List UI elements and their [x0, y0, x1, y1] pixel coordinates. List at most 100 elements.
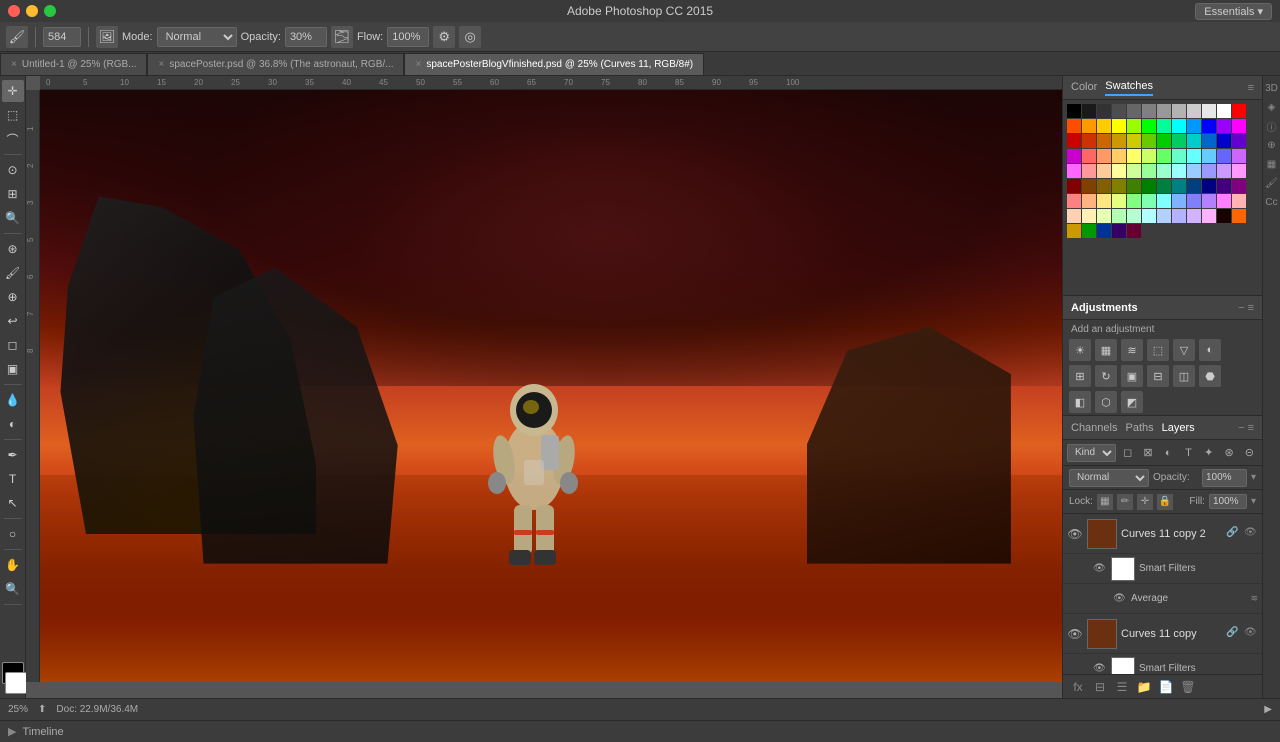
swatch-#ff80ff[interactable]	[1217, 194, 1231, 208]
swatch-#cc3300[interactable]	[1082, 134, 1096, 148]
swatch-#333333[interactable]	[1097, 104, 1111, 118]
levels-icon[interactable]: ▦	[1095, 339, 1117, 361]
3d-icon[interactable]: 3D	[1264, 80, 1280, 96]
flow-input[interactable]	[387, 27, 429, 47]
swatch-#66ccff[interactable]	[1202, 149, 1216, 163]
swatch-#b3ffb3[interactable]	[1112, 209, 1126, 223]
swatch-#ffd1b3[interactable]	[1067, 209, 1081, 223]
swatch-#99ffff[interactable]	[1172, 164, 1186, 178]
maximize-button[interactable]	[44, 5, 56, 17]
move-tool[interactable]: ✛	[2, 80, 24, 102]
swatch-#ff99ff[interactable]	[1232, 164, 1246, 178]
swatch-#ffff99[interactable]	[1112, 164, 1126, 178]
swatch-#00cc00[interactable]	[1157, 134, 1171, 148]
swatch-#ff9900[interactable]	[1082, 119, 1096, 133]
kind-select[interactable]: Kind	[1067, 444, 1116, 462]
layer-link-icon-2[interactable]: 🔗	[1226, 627, 1240, 641]
filter-smart-icon[interactable]: ⊛	[1220, 444, 1237, 462]
swatch-#e6ffb3[interactable]	[1097, 209, 1111, 223]
export-icon[interactable]: ⬆	[38, 704, 46, 715]
tab-paths[interactable]: Paths	[1125, 422, 1153, 434]
swatch-#4d4d4d[interactable]	[1112, 104, 1126, 118]
tab-color[interactable]: Color	[1071, 81, 1097, 95]
swatch-#330066[interactable]	[1112, 224, 1126, 238]
swatch-#99ffcc[interactable]	[1157, 164, 1171, 178]
char-icon[interactable]: Cc	[1264, 194, 1280, 210]
sub-eye-avg-1[interactable]: 👁	[1113, 593, 1127, 604]
swatch-#66ffff[interactable]	[1187, 149, 1201, 163]
swatch-#ffb380[interactable]	[1082, 194, 1096, 208]
swatch-#806000[interactable]	[1097, 179, 1111, 193]
brightness-icon[interactable]: ☀	[1069, 339, 1091, 361]
pen-tool[interactable]: ✒	[2, 444, 24, 466]
swatch-#b3d1ff[interactable]	[1157, 209, 1171, 223]
swatch-#ffffff[interactable]	[1217, 104, 1231, 118]
blur-tool[interactable]: 💧	[2, 389, 24, 411]
swatch-#cc99ff[interactable]	[1217, 164, 1231, 178]
adj-minimize-icon[interactable]: −	[1238, 302, 1244, 314]
canvas-area[interactable]: 0 5 10 15 20 25 30 35 40 45 50 55 60 65 …	[26, 76, 1062, 698]
lock-brush-icon[interactable]: ✏	[1117, 494, 1133, 510]
crop-tool[interactable]: ⊞	[2, 183, 24, 205]
tab-space-poster-blog[interactable]: × spacePosterBlogVfinished.psd @ 25% (Cu…	[404, 53, 704, 75]
invert-icon[interactable]: ◫	[1173, 365, 1195, 387]
gradient-tool[interactable]: ▣	[2, 358, 24, 380]
lock-move-icon[interactable]: ✛	[1137, 494, 1153, 510]
opacity-arrow[interactable]: ▾	[1251, 472, 1256, 483]
lock-all-icon[interactable]: 🔒	[1157, 494, 1173, 510]
swatch-#000000[interactable]	[1067, 104, 1081, 118]
lock-checkered-icon[interactable]: ▦	[1097, 494, 1113, 510]
swatch-#804000[interactable]	[1082, 179, 1096, 193]
swatch-#b3ffd1[interactable]	[1127, 209, 1141, 223]
swatch-#800000[interactable]	[1067, 179, 1081, 193]
posterize-icon[interactable]: ⬣	[1199, 365, 1221, 387]
swatch-#ff9999[interactable]	[1082, 164, 1096, 178]
layer-item-curves-copy-2[interactable]: 👁 Curves 11 copy 2 🔗 👁	[1063, 514, 1262, 554]
swatch-#0066cc[interactable]	[1202, 134, 1216, 148]
tab-swatches[interactable]: Swatches	[1105, 80, 1153, 96]
swatch-#660033[interactable]	[1127, 224, 1141, 238]
mode-select[interactable]: Normal	[157, 27, 237, 47]
smoothing-icon[interactable]: ⚙	[433, 26, 455, 48]
filter-toggle-icon[interactable]: ⊝	[1241, 444, 1258, 462]
swatch-#ffb3b3[interactable]	[1232, 194, 1246, 208]
swatch-#9900ff[interactable]	[1217, 119, 1231, 133]
tab-space-poster[interactable]: × spacePoster.psd @ 36.8% (The astronaut…	[147, 53, 404, 75]
info-icon[interactable]: ⓘ	[1264, 118, 1280, 134]
swatch-#66ff66[interactable]	[1157, 149, 1171, 163]
swatch-#99ccff[interactable]	[1187, 164, 1201, 178]
swatch-#6666ff[interactable]	[1217, 149, 1231, 163]
swatch-#009900[interactable]	[1082, 224, 1096, 238]
cb-icon[interactable]: ⊞	[1069, 365, 1091, 387]
swatch-#003399[interactable]	[1097, 224, 1111, 238]
tab-close-icon[interactable]: ×	[11, 59, 17, 70]
swatch-#ff8080[interactable]	[1067, 194, 1081, 208]
eraser-tool[interactable]: ◻	[2, 334, 24, 356]
selective-color-icon[interactable]: ◩	[1121, 391, 1143, 413]
play-button[interactable]: ▶	[1264, 704, 1272, 715]
swatch-#0099ff[interactable]	[1187, 119, 1201, 133]
layer-link-icon[interactable]: 🔗	[1226, 527, 1240, 541]
swatch-#00ff00[interactable]	[1142, 119, 1156, 133]
nav-icon[interactable]: ⊕	[1264, 137, 1280, 153]
layer-item-curves-copy[interactable]: 👁 Curves 11 copy 🔗 👁	[1063, 614, 1262, 654]
swatch-#00ffff[interactable]	[1172, 119, 1186, 133]
swatch-#400080[interactable]	[1217, 179, 1231, 193]
clone-tool[interactable]: ⊕	[2, 286, 24, 308]
swatch-#008080[interactable]	[1172, 179, 1186, 193]
swatch-#66cc00[interactable]	[1142, 134, 1156, 148]
swatch-#ff6666[interactable]	[1082, 149, 1096, 163]
lasso-tool[interactable]: ⌒	[2, 128, 24, 150]
photo-filter-icon[interactable]: ↻	[1095, 365, 1117, 387]
swatch-#80ffff[interactable]	[1157, 194, 1171, 208]
swatch-#99ff99[interactable]	[1142, 164, 1156, 178]
minimize-button[interactable]	[26, 5, 38, 17]
measure-icon[interactable]: ◈	[1264, 99, 1280, 115]
swatch-#66ffcc[interactable]	[1172, 149, 1186, 163]
channel-mixer-icon[interactable]: ▣	[1121, 365, 1143, 387]
marquee-tool[interactable]: ⬚	[2, 104, 24, 126]
eyedropper-tool[interactable]: 🔍	[2, 207, 24, 229]
swatch-#004080[interactable]	[1187, 179, 1201, 193]
swatch-#b380ff[interactable]	[1202, 194, 1216, 208]
layer-visibility-eye[interactable]: 👁	[1067, 527, 1083, 541]
